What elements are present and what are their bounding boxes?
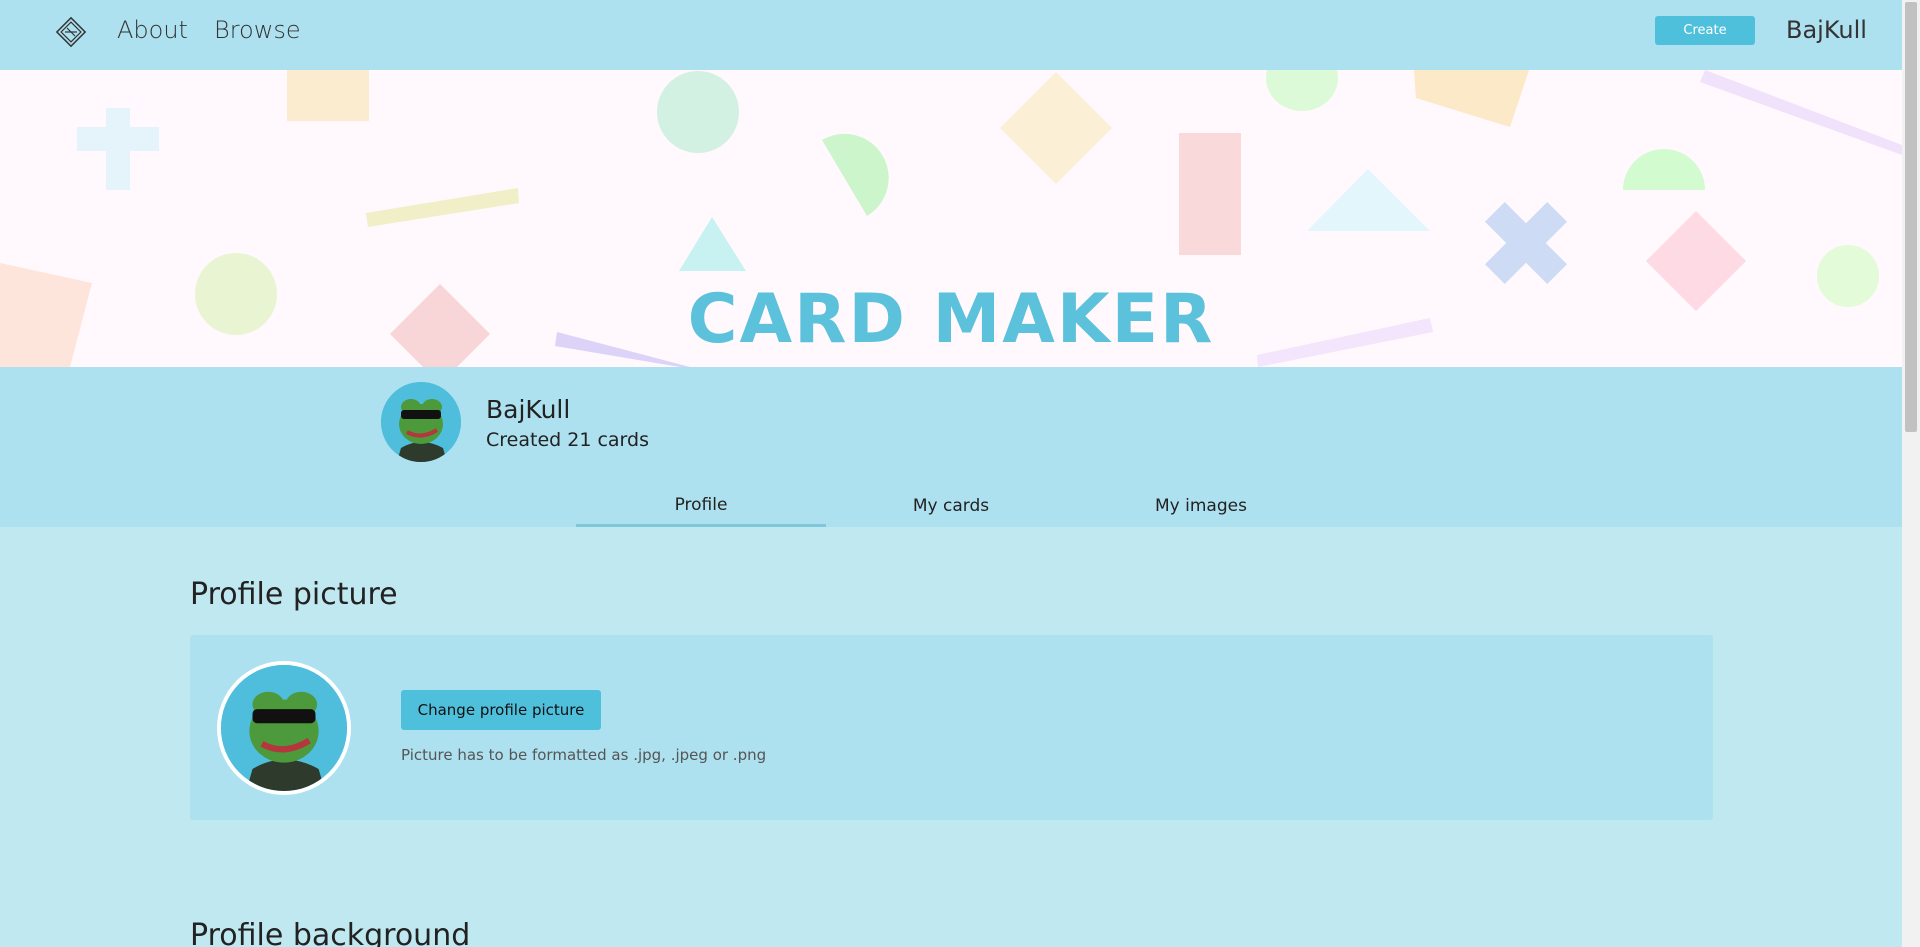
nav-browse-link[interactable]: Browse	[214, 16, 301, 44]
tab-my-images[interactable]: My images	[1076, 485, 1326, 527]
profile-avatar	[381, 382, 461, 462]
profile-background-heading: Profile background	[190, 918, 471, 947]
profile-username: BajKull	[486, 395, 571, 424]
scrollbar-thumb[interactable]	[1905, 2, 1917, 432]
profile-banner: CARD MAKER	[0, 70, 1902, 367]
diamond-logo-icon[interactable]	[53, 14, 89, 50]
profile-picture-card: Change profile picture Picture has to be…	[190, 635, 1713, 820]
frog-avatar-icon	[381, 382, 461, 462]
profile-picture-heading: Profile picture	[190, 577, 398, 612]
nav-about-link[interactable]: About	[117, 16, 188, 44]
profile-header: BajKull Created 21 cards Profile My card…	[0, 367, 1902, 527]
picture-format-hint: Picture has to be formatted as .jpg, .jp…	[401, 746, 767, 764]
tab-my-cards[interactable]: My cards	[826, 485, 1076, 527]
profile-tabs: Profile My cards My images	[576, 485, 1326, 527]
profile-picture-preview	[217, 661, 351, 795]
page-scrollbar[interactable]	[1902, 0, 1920, 947]
create-button[interactable]: Create	[1655, 16, 1755, 45]
change-profile-picture-button[interactable]: Change profile picture	[401, 690, 601, 730]
banner-title: CARD MAKER	[687, 280, 1215, 359]
top-navbar: About Browse Create BajKull	[0, 0, 1902, 70]
tab-profile[interactable]: Profile	[576, 485, 826, 527]
nav-user-link[interactable]: BajKull	[1786, 16, 1867, 44]
profile-created-count: Created 21 cards	[486, 429, 649, 451]
frog-avatar-icon	[221, 665, 347, 791]
